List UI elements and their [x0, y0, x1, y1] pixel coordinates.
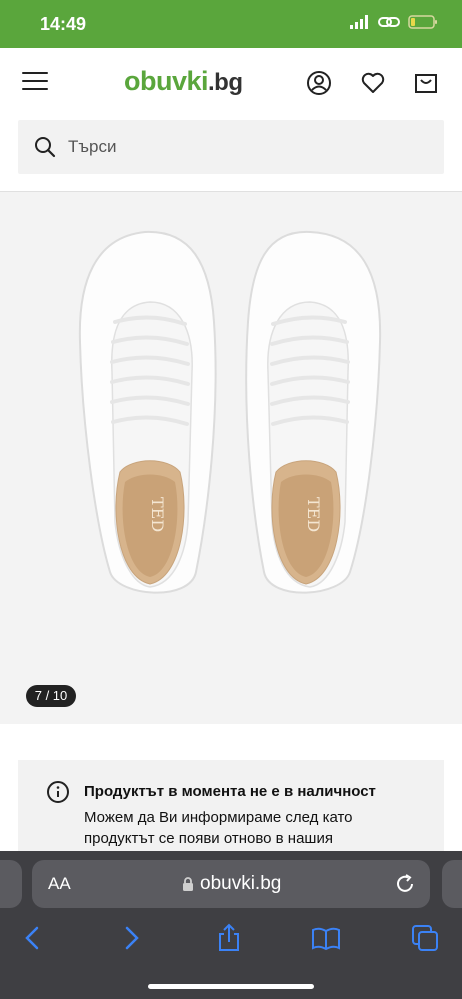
- site-logo[interactable]: obuvki.bg: [124, 66, 243, 97]
- menu-button[interactable]: [22, 72, 48, 92]
- cart-icon[interactable]: [413, 70, 439, 96]
- browser-toolbar: AA obuvki.bg: [0, 851, 462, 999]
- status-bar: 14:49: [0, 0, 462, 48]
- product-image-sneakers: TED TED: [78, 230, 382, 594]
- search-icon: [35, 137, 56, 158]
- menu-icon-bar: [22, 80, 48, 82]
- notice-text: Можем да Ви информираме след като продук…: [84, 809, 353, 847]
- menu-icon-bar: [22, 88, 48, 90]
- status-time: 14:49: [40, 14, 87, 34]
- share-icon[interactable]: [214, 923, 244, 953]
- right-shoe: TED: [245, 230, 382, 594]
- back-icon[interactable]: [18, 923, 48, 953]
- notice-title: Продуктът в момента не е в наличност: [84, 783, 376, 800]
- left-shoe: TED: [78, 230, 217, 594]
- logo-suffix: .bg: [208, 69, 243, 96]
- menu-icon-bar: [22, 72, 48, 74]
- reader-options-button[interactable]: AA: [48, 874, 71, 894]
- status-icons: [350, 15, 438, 29]
- gallery-counter: 7 / 10: [26, 685, 76, 707]
- brand-print-right: TED: [304, 497, 323, 532]
- brand-print-left: TED: [148, 497, 167, 532]
- previous-tab-preview[interactable]: [0, 860, 22, 908]
- forward-icon[interactable]: [116, 923, 146, 953]
- link-icon: [378, 17, 400, 27]
- lock-icon: [183, 876, 193, 891]
- site-header: obuvki.bg: [0, 48, 462, 118]
- browser-nav-row: [0, 921, 462, 957]
- reload-icon[interactable]: [394, 873, 416, 895]
- search-bar[interactable]: Търси: [18, 120, 444, 174]
- product-gallery[interactable]: TED TED: [0, 192, 462, 724]
- tabs-icon[interactable]: [410, 923, 440, 953]
- battery-icon: [408, 15, 437, 29]
- account-icon[interactable]: [306, 70, 332, 96]
- bookmarks-icon[interactable]: [311, 923, 341, 953]
- logo-main: obuvki: [124, 66, 209, 96]
- home-indicator: [148, 984, 314, 989]
- heart-icon[interactable]: [360, 70, 386, 96]
- search-placeholder: Търси: [68, 137, 117, 156]
- next-tab-preview[interactable]: [442, 860, 462, 908]
- url-text: obuvki.bg: [200, 873, 282, 894]
- signal-icon: [350, 15, 368, 29]
- address-bar[interactable]: AA obuvki.bg: [32, 860, 430, 908]
- info-icon: [47, 781, 69, 803]
- url-display[interactable]: obuvki.bg: [182, 873, 281, 895]
